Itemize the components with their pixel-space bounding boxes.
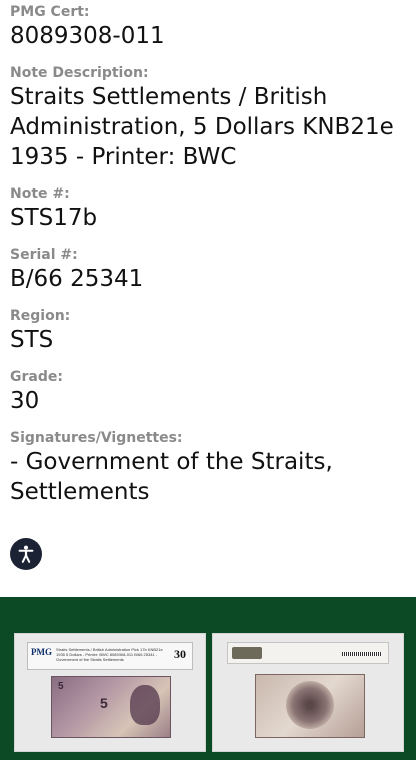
description-field: Note Description: Straits Settlements / … [10,65,406,172]
pmg-back-logo [232,647,262,659]
banknote-back [255,674,365,738]
pmg-logo: PMG [31,647,52,657]
signatures-value: - Government of the Straits, Settlements [10,449,333,505]
grade-value: 30 [10,388,40,414]
region-value: STS [10,327,54,353]
grade-label: Grade: [10,369,63,385]
images-panel: PMG Straits Settlements / British Admini… [0,597,416,760]
back-slab-label [227,642,389,664]
slab-text: Straits Settlements / British Administra… [56,647,163,662]
banknote-front: 5 5 [51,676,171,738]
grade-field: Grade: 30 [10,369,406,416]
back-image-thumbnail[interactable] [212,633,404,752]
serial-field: Serial #: B/66 25341 [10,247,406,294]
slab-grade: 30 [174,647,186,661]
note-value-center: 5 [100,695,108,711]
barcode [342,652,382,656]
description-label: Note Description: [10,65,149,81]
note-number-field: Note #: STS17b [10,186,406,233]
signatures-field: Signatures/Vignettes: - Government of th… [10,430,406,507]
portrait-vignette [130,685,160,725]
region-label: Region: [10,308,71,324]
signatures-label: Signatures/Vignettes: [10,430,183,446]
note-number-value: STS17b [10,205,98,231]
cert-field: PMG Cert: 8089308-011 [10,4,406,51]
front-image-thumbnail[interactable]: PMG Straits Settlements / British Admini… [14,633,206,752]
serial-label: Serial #: [10,247,78,263]
region-field: Region: STS [10,308,406,355]
cert-label: PMG Cert: [10,4,90,20]
note-number-label: Note #: [10,186,70,202]
cert-value: 8089308-011 [10,23,165,49]
accessibility-button[interactable] [10,538,42,570]
note-details: PMG Cert: 8089308-011 Note Description: … [0,0,416,507]
serial-value: B/66 25341 [10,266,144,292]
note-value-left: 5 [58,681,64,692]
description-value: Straits Settlements / British Administra… [10,84,394,170]
accessibility-icon [18,545,34,563]
slab-label: PMG Straits Settlements / British Admini… [27,642,193,670]
back-vignette [286,681,334,729]
